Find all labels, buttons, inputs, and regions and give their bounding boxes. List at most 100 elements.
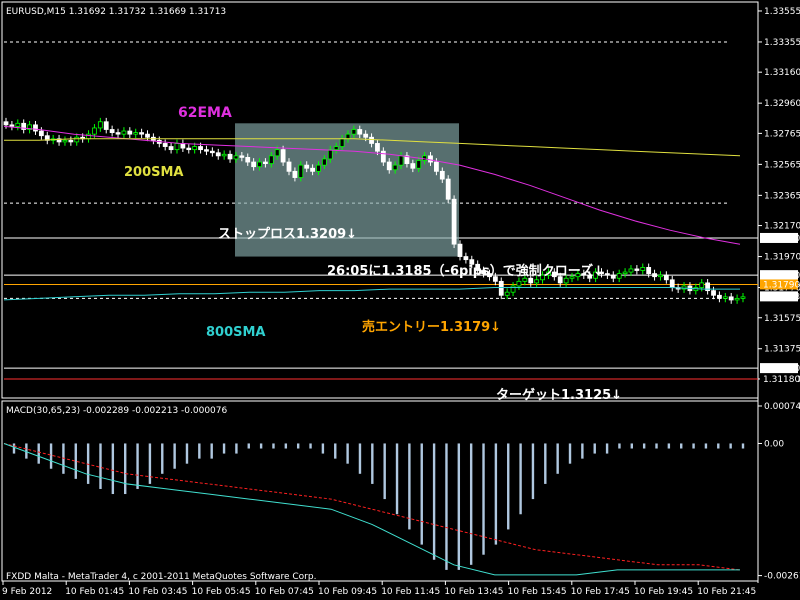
macd-bar [111,443,115,495]
price-tag: 1.32090 [760,232,800,244]
macd-bar [593,443,596,454]
sma800-annotation: 800SMA [206,325,266,340]
macd-bar [37,443,40,464]
candle [610,271,616,283]
time-tick-label: 10 Feb 13:45 [444,587,503,597]
time-tick-label: 10 Feb 21:45 [697,587,756,597]
macd-bar [667,443,671,449]
candle [109,125,115,137]
macd-bar [408,443,411,530]
candle [215,148,221,160]
stop-loss-annotation: ストップロス1.3209↓ [218,227,357,242]
ema62-annotation: 62EMA [178,105,232,121]
macd-bar [321,443,325,454]
macd-bar [692,443,695,449]
macd-bar [494,443,498,545]
price-tick-label: 1.32365 [764,191,800,201]
candle [27,120,32,134]
macd-bar [395,443,399,515]
candle [174,139,180,154]
candle [9,120,15,131]
macd-bar [519,443,522,515]
macd-bar [296,443,300,449]
candle [705,279,711,295]
candle [115,128,121,139]
candle [180,139,186,152]
symbol-info: EURUSD,M15 1.31692 1.31732 1.31669 1.317… [6,7,226,17]
candle [33,120,38,135]
candle [451,195,457,249]
candle [628,265,634,276]
candle [498,277,504,300]
entry-annotation: 売エントリー1.3179↓ [362,319,501,335]
macd-bar [680,443,683,449]
chart-window: 1.33555 1.33355 1.33160 1.32960 1.32765 1.325… [1,1,800,597]
candle [681,282,687,293]
price-axis-ticks: 1.33555 1.33355 1.33160 1.32960 1.32765 1.325… [758,7,800,385]
time-tick-label: 10 Feb 09:45 [318,587,377,597]
macd-bar [124,443,127,495]
candle [622,268,628,278]
price-tick-label: 1.32170 [764,222,800,232]
svg-text:1.32090: 1.32090 [763,234,800,244]
price-tag: 1.31713 [760,291,800,302]
candle [68,136,74,146]
macd-tick-label: 0.000741 [764,402,800,412]
macd-bar [729,443,732,449]
candle [103,117,109,134]
candle [44,131,50,145]
candle [717,291,722,303]
candle [186,144,192,154]
macd-bar [642,443,646,449]
macd-bar [531,443,535,500]
macd-bar [507,443,510,530]
macd-bar [99,443,102,489]
svg-text:1.31713: 1.31713 [763,292,800,302]
candle [209,147,215,157]
macd-bar [568,443,572,464]
macd-bar [556,443,559,474]
time-tick-label: 10 Feb 05:45 [192,587,251,597]
price-tick-label: 1.31970 [764,253,800,263]
candle [38,127,44,140]
time-tick-label: 10 Feb 01:45 [65,587,124,597]
candle [669,275,675,292]
candle [463,252,469,264]
macd-bar [198,443,201,459]
candle [728,292,734,304]
macd-title: MACD(30,65,23) -0.002289 -0.002213 -0.00… [6,406,228,416]
macd-bar [358,443,362,474]
candle [204,145,209,156]
macd-bar [469,443,473,565]
macd-bar [371,443,374,484]
macd-bar [605,443,609,454]
candle [699,279,705,292]
price-tick-label: 1.32565 [764,160,800,170]
macd-bar [74,443,77,479]
macd-bar [334,443,337,459]
macd-bar [581,443,584,459]
macd-bar [247,443,250,449]
candle [74,133,80,146]
candle [15,119,21,131]
macd-bar [309,443,312,449]
candle [227,150,233,163]
price-tick-label: 1.33160 [764,68,800,78]
macd-bar [704,443,708,449]
candle [445,175,451,204]
macd-bar [457,443,461,570]
macd-bar [445,443,448,570]
macd-tick-label: -0.002613 [764,572,800,582]
macd-panel-frame [1,400,759,582]
time-tick-label: 10 Feb 07:45 [255,587,314,597]
time-tick-label: 9 Feb 2012 [2,587,52,597]
macd-bar [346,443,349,464]
candle [652,269,657,281]
macd-indicator [3,443,745,576]
macd-bar [284,443,288,449]
candle [634,265,640,275]
price-tag: 1.31250 [760,363,800,374]
macd-axis-ticks: 0.000741 0.00 -0.002613 [758,402,800,582]
candle [121,127,127,139]
macd-bar [618,443,621,449]
